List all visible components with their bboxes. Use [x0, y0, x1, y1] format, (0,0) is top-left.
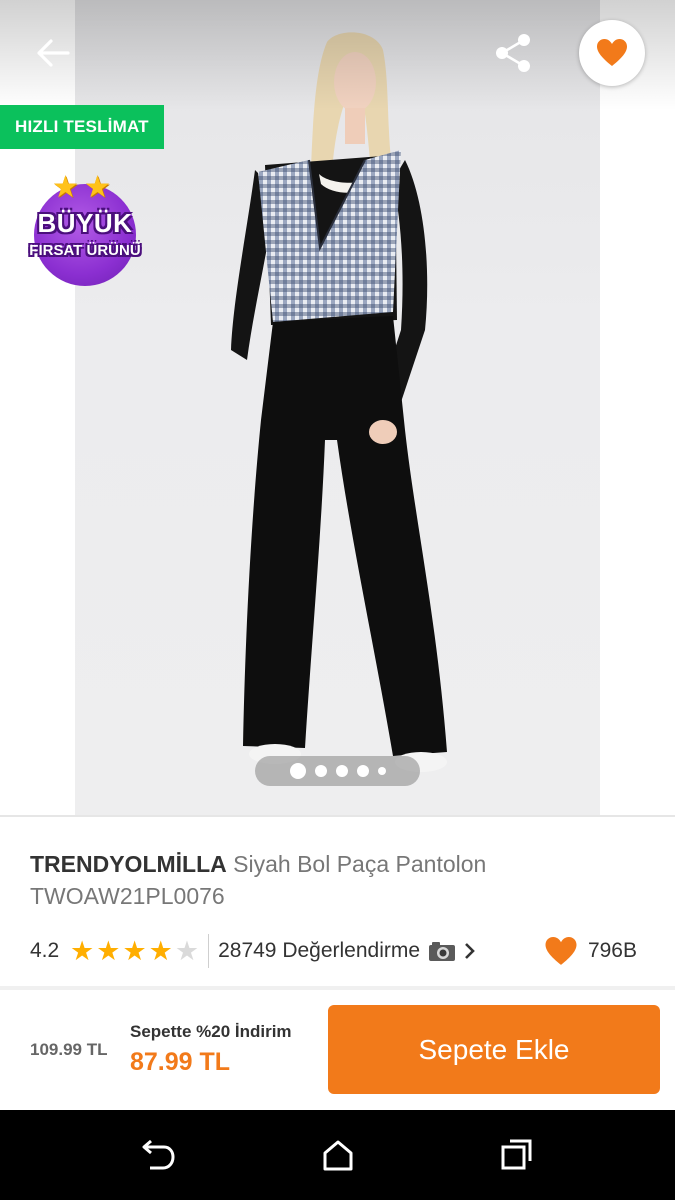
- rating-value: 4.2: [30, 939, 60, 962]
- header-gradient: [0, 0, 675, 110]
- divider: [208, 934, 210, 968]
- share-icon: [496, 34, 530, 72]
- cart-discount-label: Sepette %20 İndirim: [130, 1022, 292, 1041]
- big-deal-badge: ★ ★ BÜYÜK FIRSAT ÜRÜNÜ: [18, 170, 152, 288]
- nav-recents-button[interactable]: [497, 1135, 537, 1175]
- add-to-cart-button[interactable]: Sepete Ekle: [328, 1005, 660, 1094]
- pagination-dot[interactable]: [314, 765, 327, 777]
- pagination-dot[interactable]: [356, 765, 369, 777]
- product-image-gallery[interactable]: HIZLI TESLİMAT ★ ★ BÜYÜK FIRSAT ÜRÜNÜ: [0, 0, 675, 815]
- deal-badge-line1: BÜYÜK: [37, 208, 133, 238]
- old-price: 109.99 TL: [30, 1040, 108, 1059]
- star-empty-icon: ★: [174, 935, 200, 966]
- product-title: TRENDYOLMİLLA Siyah Bol Paça Pantolon TW…: [30, 848, 645, 912]
- recents-icon: [501, 1139, 532, 1170]
- fast-delivery-badge: HIZLI TESLİMAT: [0, 105, 164, 149]
- back-icon: [142, 1139, 175, 1170]
- rating-row: 4.2 ★ ★ ★ ★ ★ 28749 Değerlendirme 796B: [30, 930, 645, 972]
- star-filled-icon: ★: [148, 935, 173, 966]
- nav-back-button[interactable]: [138, 1135, 178, 1175]
- heart-icon: [545, 936, 577, 965]
- heart-icon: [597, 39, 627, 66]
- back-button[interactable]: [30, 30, 76, 76]
- gallery-pagination[interactable]: [255, 756, 420, 786]
- home-icon: [323, 1140, 353, 1171]
- nav-home-button[interactable]: [318, 1135, 358, 1175]
- pagination-dot[interactable]: [335, 765, 348, 777]
- pagination-dot[interactable]: [377, 767, 386, 775]
- chevron-right-icon: [465, 943, 475, 959]
- star-filled-icon: ★: [122, 935, 147, 966]
- arrow-left-icon: [37, 39, 70, 67]
- star-filled-icon: ★: [96, 935, 121, 966]
- divider: [0, 986, 675, 990]
- brand-name[interactable]: TRENDYOLMİLLA: [30, 851, 227, 877]
- divider: [0, 815, 675, 817]
- product-name: Siyah Bol Paça Pantolon: [233, 851, 487, 877]
- share-button[interactable]: [490, 30, 536, 76]
- pagination-dot-active[interactable]: [289, 763, 306, 779]
- star-filled-icon: ★: [70, 935, 95, 966]
- reviews-count: 28749 Değerlendirme: [218, 939, 421, 962]
- favorite-button[interactable]: [579, 20, 645, 86]
- discounted-price: 87.99 TL: [130, 1048, 231, 1076]
- favorites-count[interactable]: 796B: [544, 936, 645, 967]
- deal-badge-line2: FIRSAT ÜRÜNÜ: [29, 242, 141, 259]
- android-nav-bar: [0, 1110, 675, 1200]
- favorites-count-value: 796B: [587, 939, 637, 962]
- star-icon: ★: [84, 171, 111, 204]
- product-sku: TWOAW21PL0076: [30, 883, 225, 909]
- reviews-link[interactable]: 28749 Değerlendirme: [218, 939, 476, 963]
- camera-icon: [429, 942, 456, 961]
- rating-stars: ★ ★ ★ ★ ★: [70, 935, 200, 966]
- star-icon: ★: [52, 171, 79, 204]
